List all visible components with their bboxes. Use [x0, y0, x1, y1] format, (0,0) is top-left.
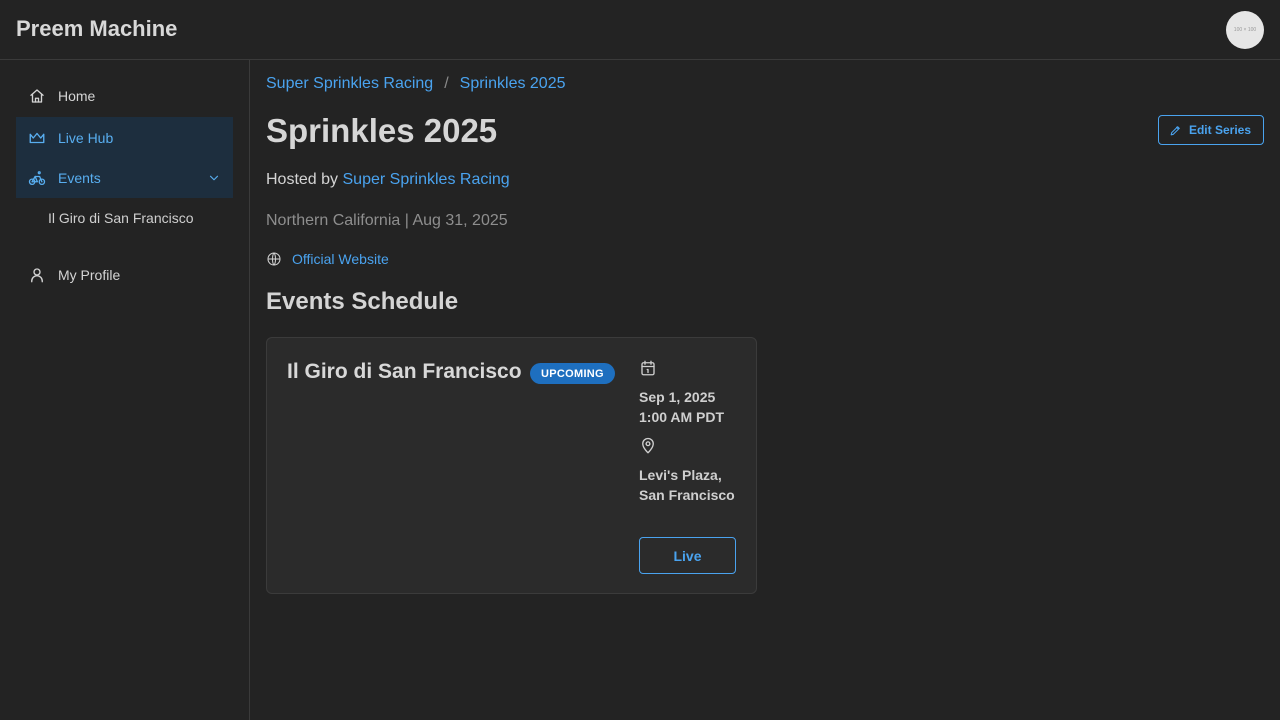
status-badge: UPCOMING [530, 363, 615, 384]
avatar[interactable]: 100 × 100 [1226, 11, 1264, 49]
event-card[interactable]: Il Giro di San Francisco UPCOMING Sep 1,… [266, 337, 757, 594]
series-meta: Northern California | Aug 31, 2025 [266, 212, 508, 229]
sidebar-item-label: Home [58, 87, 96, 104]
hosted-by-prefix: Hosted by [266, 171, 339, 188]
crown-icon [29, 132, 45, 143]
event-time: 1:00 AM PDT [639, 409, 725, 425]
home-icon [30, 88, 44, 103]
edit-series-button[interactable]: Edit Series [1157, 115, 1264, 145]
bike-icon [28, 170, 46, 185]
top-bar: Preem Machine 100 × 100 [0, 0, 1280, 60]
sidebar-item-label: My Profile [58, 266, 121, 283]
calendar-icon [641, 360, 655, 376]
official-website-link[interactable]: Official Website [292, 251, 389, 267]
pencil-icon [1170, 125, 1180, 135]
chevron-down-icon[interactable] [207, 171, 221, 185]
app-title: Preem Machine [16, 16, 178, 41]
www-globe-icon [267, 252, 281, 266]
sidebar-item-home[interactable]: Home [16, 75, 233, 116]
edit-series-label: Edit Series [1188, 123, 1251, 137]
sidebar-item-events[interactable]: Events [16, 157, 233, 198]
map-pin-icon [642, 437, 654, 454]
sidebar-item-label: Live Hub [58, 129, 114, 146]
sidebar-subitem-event[interactable]: Il Giro di San Francisco [48, 210, 194, 226]
event-location: Levi's Plaza, San Francisco [639, 465, 735, 505]
sidebar-item-live-hub[interactable]: Live Hub [16, 117, 233, 158]
sidebar-item-my-profile[interactable]: My Profile [16, 254, 233, 295]
hosted-by: Hosted by Super Sprinkles Racing [266, 171, 510, 189]
user-icon [31, 267, 43, 282]
sidebar-item-label: Events [58, 169, 101, 186]
host-link[interactable]: Super Sprinkles Racing [343, 171, 510, 188]
breadcrumb-link-series-host[interactable]: Super Sprinkles Racing [266, 75, 433, 92]
event-date: Sep 1, 2025 [639, 389, 716, 405]
breadcrumb-separator: / [444, 75, 449, 92]
breadcrumb-link-series[interactable]: Sprinkles 2025 [460, 75, 566, 92]
official-website: Official Website [266, 251, 389, 267]
event-name[interactable]: Il Giro di San Francisco [287, 360, 522, 384]
sidebar: Home Live Hub Events Il Giro di San Fran… [0, 60, 250, 720]
live-button[interactable]: Live [639, 537, 736, 574]
event-datetime: Sep 1, 2025 1:00 AM PDT [639, 387, 724, 427]
events-schedule-heading: Events Schedule [266, 288, 459, 315]
event-location-line2: San Francisco [639, 487, 735, 503]
page-title: Sprinkles 2025 [266, 112, 498, 149]
event-location-line1: Levi's Plaza, [639, 467, 722, 483]
breadcrumb: Super Sprinkles Racing / Sprinkles 2025 [266, 75, 566, 93]
